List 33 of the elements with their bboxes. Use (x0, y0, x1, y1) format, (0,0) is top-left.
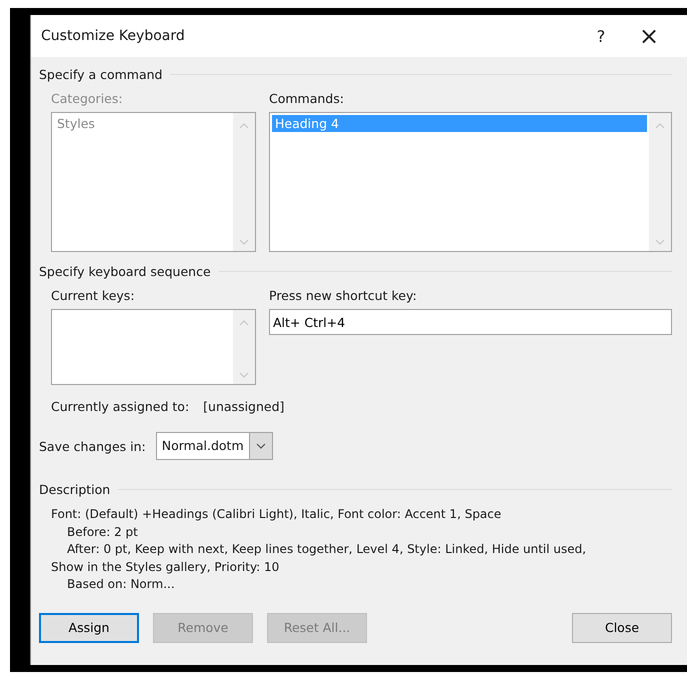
scrollbar[interactable] (649, 113, 671, 251)
window-title: Customize Keyboard (41, 28, 186, 44)
shortcut-input-field[interactable]: Alt+ Ctrl+4 (269, 309, 672, 335)
field-label: Save changes in: (39, 438, 146, 454)
current-keys-list[interactable] (51, 309, 256, 385)
down-caret-icon[interactable] (239, 239, 249, 245)
down-caret-icon[interactable] (655, 239, 665, 245)
save-in-dropdown[interactable]: Normal.dotm (156, 432, 273, 460)
description-line: After: 0 pt, Keep with next, Keep lines together, Level 4, Style: Linked, Hide until used, (66, 541, 588, 558)
dropdown-caret-icon[interactable] (256, 443, 266, 449)
field-label: Press new shortcut key: (269, 288, 418, 304)
help-button[interactable]: ? (577, 18, 625, 54)
description-line: Font: (Default) +Headings (Calibri Light), Italic, Font color: Accent 1, Space (51, 506, 502, 523)
assigned-value: [unassigned] (203, 399, 284, 414)
dialog-button[interactable]: Close (572, 612, 672, 642)
scrollbar[interactable] (233, 113, 255, 251)
close-button[interactable]: × (625, 18, 673, 54)
description-line: Before: 2 pt (66, 524, 139, 540)
up-caret-icon[interactable] (239, 320, 249, 326)
section-title: Description (39, 482, 110, 497)
dialog-button[interactable]: Assign (39, 612, 139, 642)
assigned-label: Currently assigned to: (51, 399, 190, 414)
description-line: Based on: Norm... (66, 576, 176, 593)
up-caret-icon[interactable] (655, 123, 665, 129)
section-title: Specify keyboard sequence (39, 264, 211, 279)
description-line: Show in the Styles gallery, Priority: 10 (51, 558, 280, 576)
up-caret-icon[interactable] (239, 123, 249, 129)
field-label: Current keys: (51, 288, 136, 304)
scrollbar[interactable] (233, 310, 255, 384)
list-label: Categories: (51, 91, 124, 107)
list-label: Commands: (269, 91, 345, 107)
section-title: Specify a command (39, 67, 162, 82)
down-caret-icon[interactable] (239, 372, 249, 378)
